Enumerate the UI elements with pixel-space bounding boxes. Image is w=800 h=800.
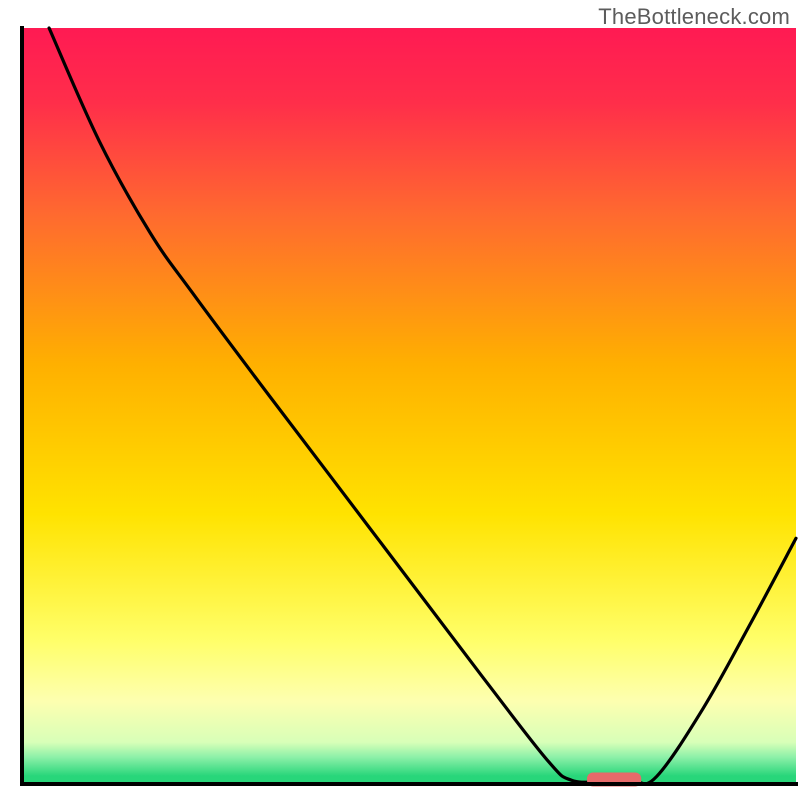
watermark-label: TheBottleneck.com: [598, 4, 790, 30]
plot-area: [20, 26, 798, 786]
gradient-background: [22, 28, 796, 776]
bottleneck-chart: [0, 0, 800, 800]
chart-container: TheBottleneck.com: [0, 0, 800, 800]
